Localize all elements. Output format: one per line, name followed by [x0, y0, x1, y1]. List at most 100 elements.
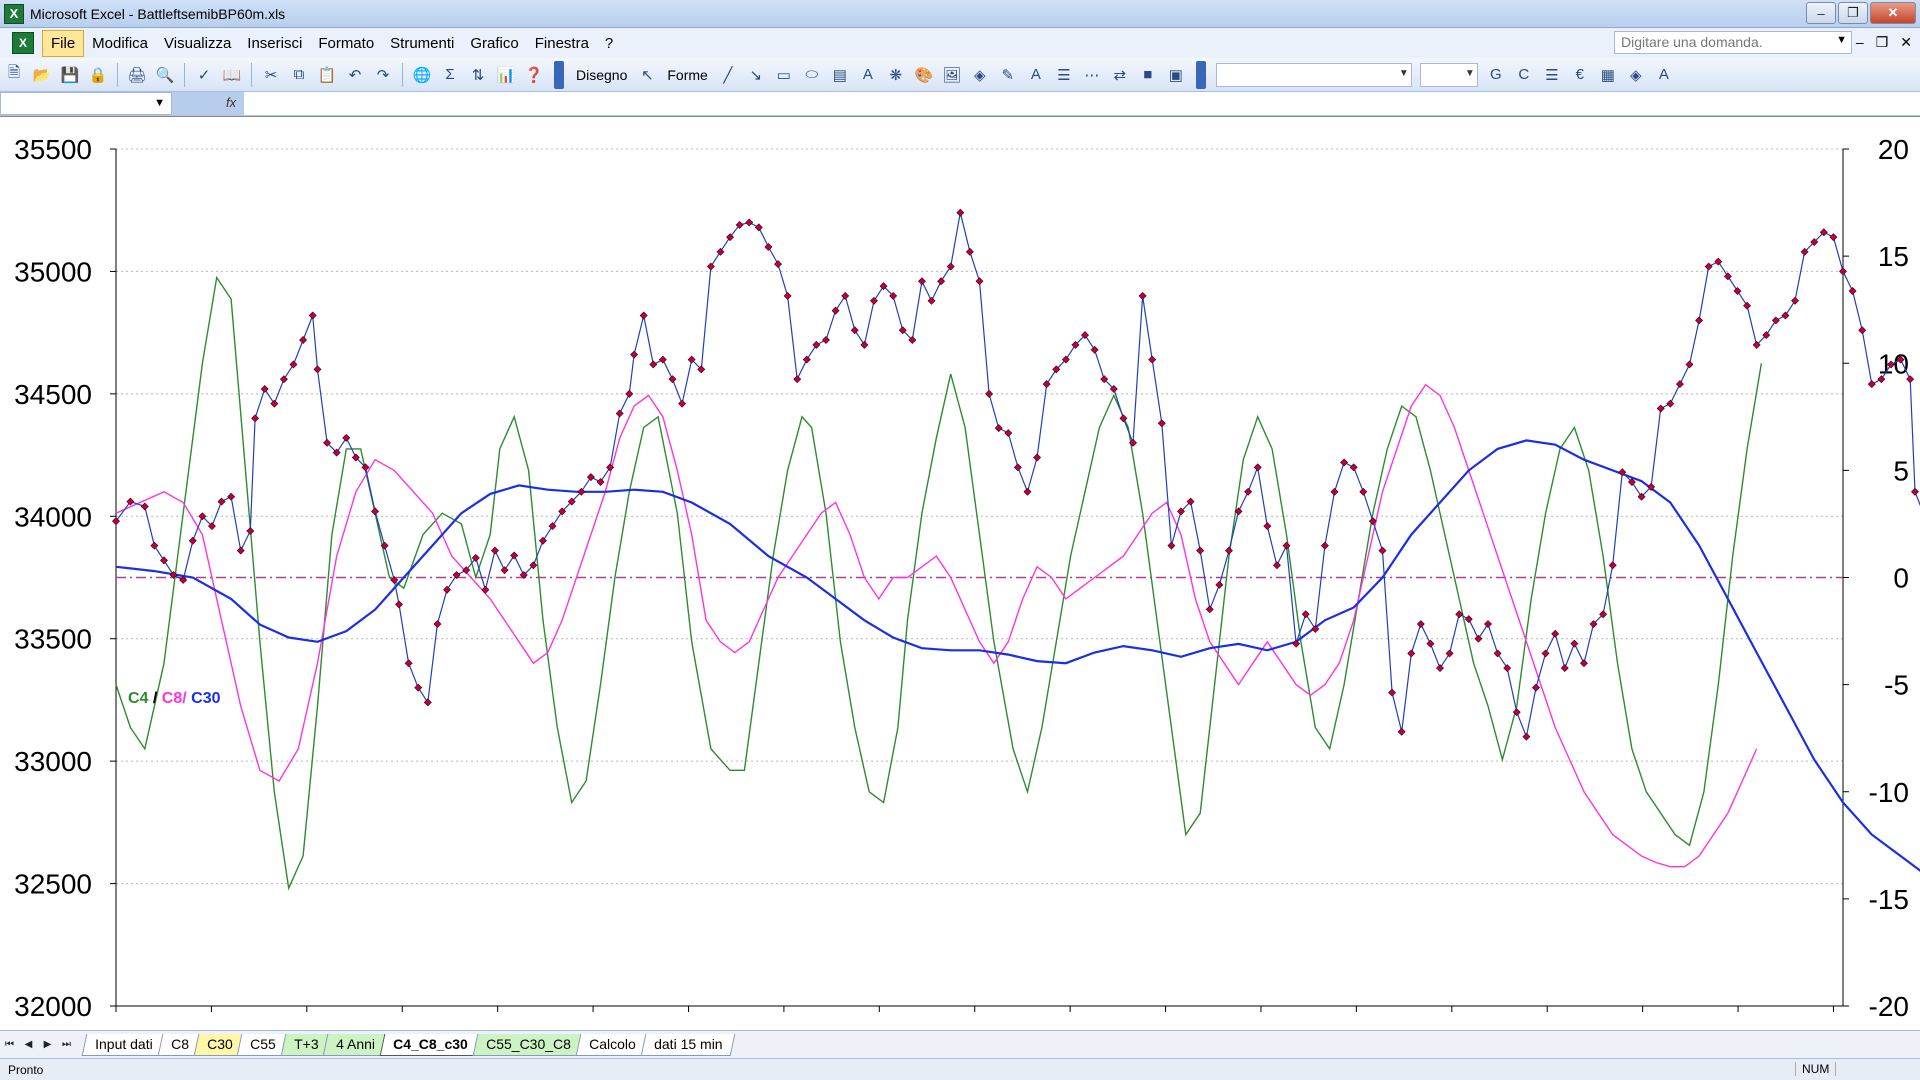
- menu-finestra[interactable]: Finestra: [527, 31, 597, 56]
- series-price-line: [115, 212, 1920, 739]
- doc-restore-button[interactable]: ❐: [1876, 34, 1889, 51]
- price-point: [538, 536, 547, 545]
- menu-strumenti[interactable]: Strumenti: [382, 31, 462, 56]
- name-box[interactable]: ▼: [0, 92, 172, 115]
- chevron-down-icon[interactable]: ▼: [154, 97, 165, 109]
- menu-help[interactable]: ?: [597, 31, 621, 56]
- new-document-icon[interactable]: 🗎: [2, 63, 26, 87]
- y-right-tick-label: -15: [1869, 884, 1909, 915]
- sheet-tab-dati-15-min[interactable]: dati 15 min: [640, 1033, 736, 1056]
- y-right-tick-label: 15: [1878, 241, 1909, 272]
- bold-button[interactable]: G: [1484, 63, 1508, 87]
- minimize-button[interactable]: –: [1806, 2, 1836, 24]
- price-point: [1436, 664, 1444, 673]
- sheet-tab-input-dati[interactable]: Input dati: [81, 1033, 166, 1056]
- research-icon[interactable]: 📖: [220, 63, 244, 87]
- draw-menu-button[interactable]: Disegno: [570, 67, 633, 83]
- sort-icon[interactable]: ⇅: [466, 63, 490, 87]
- line-icon[interactable]: ╱: [716, 63, 740, 87]
- sheet-tab-c55-c30-c8[interactable]: C55_C30_C8: [472, 1033, 585, 1056]
- line-chart[interactable]: 32000 32500 33000 33500 34000 34500 35000 35500…: [0, 117, 1920, 1031]
- excel-app-icon[interactable]: X: [4, 3, 24, 24]
- toolbar-grip[interactable]: [554, 60, 564, 89]
- borders-icon[interactable]: ▦: [1596, 63, 1620, 87]
- picture-icon[interactable]: 🖼: [940, 63, 964, 87]
- clipart-icon[interactable]: 🎨: [912, 63, 936, 87]
- fill-color-icon[interactable]: ◈: [968, 63, 992, 87]
- price-point: [1349, 463, 1358, 472]
- sheet-tab-4-anni[interactable]: 4 Anni: [323, 1033, 389, 1056]
- chart-area[interactable]: 32000 32500 33000 33500 34000 34500 35000 35500…: [0, 116, 1920, 1030]
- oval-icon[interactable]: ⬭: [800, 63, 824, 87]
- menu-visualizza[interactable]: Visualizza: [156, 31, 239, 56]
- price-point: [414, 683, 423, 692]
- workbook-icon[interactable]: X: [12, 32, 34, 54]
- copy-icon[interactable]: ⧉: [287, 63, 311, 87]
- sheet-tab-c4-c8-c30[interactable]: C4_C8_c30: [380, 1033, 482, 1056]
- select-objects-icon[interactable]: ↖: [635, 63, 659, 87]
- price-point: [1771, 316, 1780, 325]
- font-size-combo[interactable]: ▼: [1419, 62, 1478, 87]
- wordart-icon[interactable]: A: [856, 63, 880, 87]
- font-name-combo[interactable]: ▼: [1215, 62, 1412, 87]
- doc-close-button[interactable]: ✕: [1900, 34, 1912, 51]
- diagram-icon[interactable]: ❋: [884, 63, 908, 87]
- permission-icon[interactable]: 🔒: [86, 63, 110, 87]
- menu-formato[interactable]: Formato: [310, 31, 382, 56]
- shadow-icon[interactable]: ■: [1136, 63, 1160, 87]
- shapes-menu-button[interactable]: Forme: [661, 67, 713, 83]
- line-color-icon[interactable]: ✎: [996, 63, 1020, 87]
- line-style-icon[interactable]: ☰: [1052, 63, 1076, 87]
- ask-question-input[interactable]: Digitare una domanda. ▼: [1614, 31, 1852, 54]
- font-color-icon[interactable]: A: [1652, 63, 1676, 87]
- dash-style-icon[interactable]: ⋯: [1080, 63, 1104, 87]
- maximize-button[interactable]: ❐: [1838, 2, 1868, 24]
- chart-wizard-icon[interactable]: 📊: [494, 63, 518, 87]
- align-icon[interactable]: ☰: [1540, 63, 1564, 87]
- close-button[interactable]: ✕: [1870, 2, 1916, 24]
- menu-inserisci[interactable]: Inserisci: [239, 31, 310, 56]
- function-icon[interactable]: fx: [172, 92, 244, 115]
- menu-grafico[interactable]: Grafico: [462, 31, 526, 56]
- print-icon[interactable]: 🖨: [125, 63, 149, 87]
- fill-color-icon[interactable]: ◈: [1624, 63, 1648, 87]
- toolbar-grip[interactable]: [1195, 60, 1206, 89]
- price-point: [140, 502, 149, 511]
- sheet-tab-calcolo[interactable]: Calcolo: [575, 1033, 649, 1056]
- textbox-icon[interactable]: ▤: [828, 63, 852, 87]
- arrow-style-icon[interactable]: ⇄: [1108, 63, 1132, 87]
- cut-icon[interactable]: ✂: [259, 63, 283, 87]
- prev-sheet-button[interactable]: ◀: [19, 1039, 38, 1050]
- chevron-down-icon[interactable]: ▼: [1836, 34, 1847, 46]
- open-folder-icon[interactable]: 📂: [30, 63, 54, 87]
- spelling-icon[interactable]: ✓: [192, 63, 216, 87]
- first-sheet-button[interactable]: ⏮: [0, 1039, 19, 1050]
- help-icon[interactable]: ❓: [522, 63, 546, 87]
- next-sheet-button[interactable]: ▶: [38, 1039, 57, 1050]
- 3d-icon[interactable]: ▣: [1164, 63, 1188, 87]
- print-preview-icon[interactable]: 🔍: [153, 63, 177, 87]
- menu-file[interactable]: File: [42, 29, 85, 57]
- price-point: [1215, 580, 1224, 589]
- hyperlink-icon[interactable]: 🌐: [410, 63, 434, 87]
- autosum-icon[interactable]: Σ: [438, 63, 462, 87]
- menu-modifica[interactable]: Modifica: [84, 31, 156, 56]
- currency-icon[interactable]: €: [1568, 63, 1592, 87]
- italic-button[interactable]: C: [1512, 63, 1536, 87]
- doc-minimize-button[interactable]: –: [1856, 34, 1864, 51]
- price-point: [1426, 639, 1435, 648]
- legend-entry: C30: [187, 690, 221, 707]
- paste-icon[interactable]: 📋: [315, 63, 339, 87]
- sheet-tab-bar: ⏮ ◀ ▶ ⏭ Input dati C8 C30 C55 T+3 4 Anni…: [0, 1030, 1920, 1058]
- redo-icon[interactable]: ↷: [371, 63, 395, 87]
- price-point: [975, 277, 984, 286]
- last-sheet-button[interactable]: ⏭: [57, 1039, 76, 1050]
- arrow-icon[interactable]: ↘: [744, 63, 768, 87]
- price-point: [1829, 233, 1838, 242]
- price-point: [630, 350, 639, 359]
- undo-icon[interactable]: ↶: [343, 63, 367, 87]
- font-color-icon[interactable]: A: [1024, 63, 1048, 87]
- save-icon[interactable]: 💾: [58, 63, 82, 87]
- price-point: [150, 541, 159, 550]
- rectangle-icon[interactable]: ▭: [772, 63, 796, 87]
